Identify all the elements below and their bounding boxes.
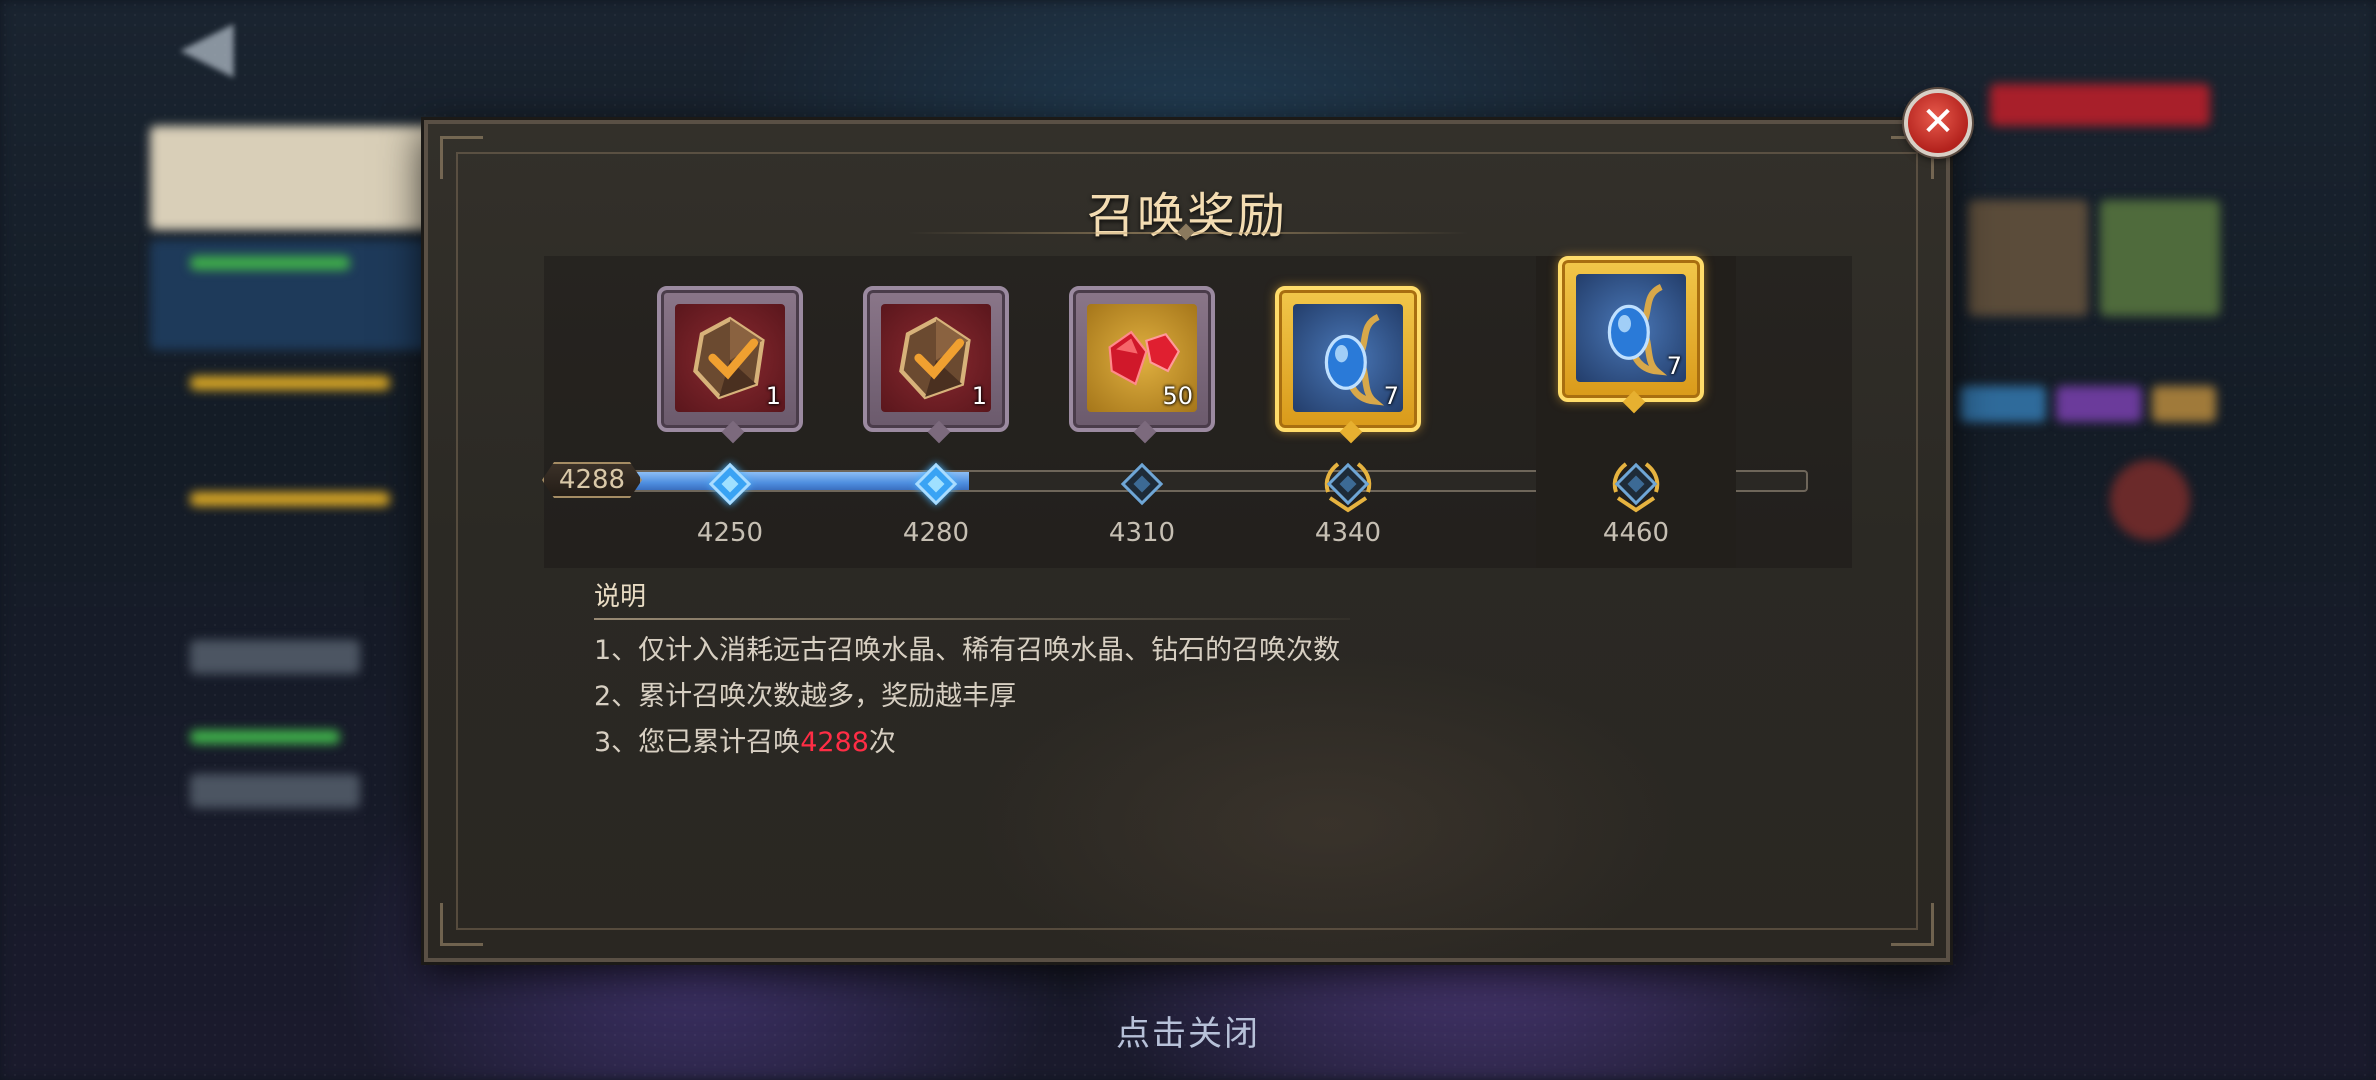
description-item-2: 2、累计召唤次数越多，奖励越丰厚 [594,681,1017,712]
close-icon: ✕ [1921,99,1955,145]
summon-reward-popup: 召唤奖励 4288 142501428050431074340 7 [424,120,1950,962]
milestone-node [1612,462,1660,513]
description-title: 说明 [594,582,647,612]
tap-to-close-hint[interactable]: 点击关闭 [0,1006,2376,1055]
bg-right-banner [1990,84,2210,126]
bg-sidebar-bar [190,256,350,270]
bg-right-button [1960,386,2046,422]
summon-total-value: 4288 [800,727,869,758]
reward-count: 1 [765,382,781,410]
description-item-1: 1、仅计入消耗远古召唤水晶、稀有召唤水晶、钻石的召唤次数 [594,635,1341,666]
reward-card[interactable]: 1 [863,286,1009,444]
reward-milestone[interactable]: 7 4340 [1268,256,1428,548]
description-item-3-prefix: 3、您已累计召唤 [594,727,801,758]
bg-sidebar-bar [190,492,390,506]
bg-right-button [2056,386,2142,422]
milestone-diamond [914,462,958,506]
bg-sidebar-item [190,640,360,674]
reward-track[interactable]: 4288 1 4250 1 4280 50 4310 7 4340 7 4460 [544,256,1852,568]
description-divider [594,618,1350,620]
bg-sidebar-tab [150,126,450,230]
current-count-badge: 4288 [542,462,642,498]
milestone-node [1324,462,1372,513]
card-pointer [1622,390,1646,414]
reward-card[interactable]: 7 [1275,286,1421,444]
final-reward-slot[interactable]: 7 4460 [1536,256,1736,568]
bg-right-card [2100,200,2220,316]
milestone-node [914,462,958,506]
reward-milestone[interactable]: 1 4250 [650,256,810,548]
bg-right-avatar [2110,460,2190,540]
milestone-node [1120,462,1164,506]
reward-milestone[interactable]: 50 4310 [1062,256,1222,548]
milestone-threshold: 4250 [696,518,764,548]
bg-right-card [1968,200,2088,316]
milestone-threshold: 4460 [1602,518,1670,548]
reward-card[interactable]: 50 [1069,286,1215,444]
bg-sidebar-bar [190,730,340,744]
description-item-3-suffix: 次 [868,727,896,758]
reward-milestone[interactable]: 1 4280 [856,256,1016,548]
bg-sidebar-item [190,774,360,808]
bg-right-button [2152,386,2216,422]
card-pointer [927,420,951,444]
corner-ornament [440,903,483,946]
reward-count: 50 [1162,382,1193,410]
corner-ornament [1891,903,1934,946]
bg-sidebar-bar [190,376,390,390]
close-button[interactable]: ✕ [1904,89,1972,157]
reward-count: 7 [1666,352,1682,380]
milestone-threshold: 4340 [1314,518,1382,548]
milestone-diamond [1120,462,1164,506]
milestone-diamond [708,462,752,506]
corner-ornament [440,136,483,179]
reward-card[interactable]: 1 [657,286,803,444]
back-arrow-icon: ◀ [180,4,234,86]
milestone-threshold: 4280 [902,518,970,548]
card-pointer [721,420,745,444]
card-pointer [1133,420,1157,444]
reward-count: 1 [971,382,987,410]
final-reward-card[interactable]: 7 [1558,256,1704,414]
card-pointer [1339,420,1363,444]
description-item-3: 3、您已累计召唤4288次 [594,720,896,759]
reward-count: 7 [1383,382,1399,410]
milestone-threshold: 4310 [1108,518,1176,548]
milestone-node [708,462,752,506]
